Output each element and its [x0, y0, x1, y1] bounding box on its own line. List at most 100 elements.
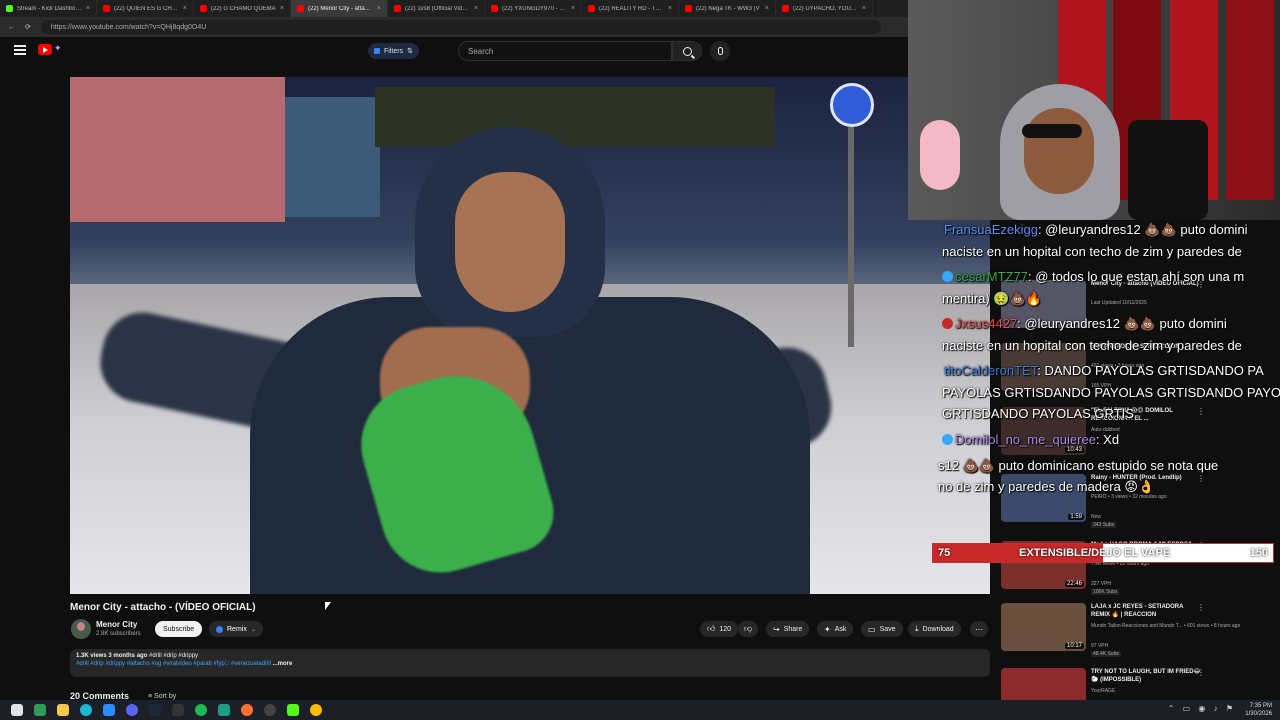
browser-tab[interactable]: Stream - Kick Dashboard ×	[0, 0, 97, 17]
youtube-logo-icon[interactable]	[38, 44, 52, 55]
chat-text: naciste en un hopital con techo de zim y…	[942, 338, 1242, 353]
tab-title: (22) REALITY RD - TRUST	[599, 5, 664, 12]
recommendation-title[interactable]: LAJA x JC REYES - SETIADORA REMIX 🔥 | RE…	[1091, 603, 1201, 619]
recommendation-thumbnail[interactable]: 10:17	[1001, 603, 1086, 651]
chat-text: naciste en un hopital con techo de zim y…	[942, 244, 1242, 259]
mouse-cursor-icon	[325, 602, 331, 610]
start-icon[interactable]	[11, 704, 23, 716]
url-field[interactable]: https://www.youtube.com/watch?v=QHj8qdg0…	[40, 20, 881, 34]
more-vertical-icon[interactable]: ⋮	[1197, 474, 1205, 483]
recommendation-vph: 97 VPH	[1091, 643, 1109, 649]
search-button[interactable]	[672, 41, 702, 61]
firefox-icon[interactable]	[241, 704, 253, 716]
ask-button[interactable]: ✦ Ask	[817, 621, 854, 637]
close-icon[interactable]: ×	[377, 5, 381, 12]
dislike-button[interactable]: 👎︎	[738, 621, 759, 637]
share-icon: ↪	[773, 624, 780, 634]
chat-message: cesarMTZ77: @ todos lo que estan ahí son…	[942, 269, 1244, 284]
sparkle-icon: ✦	[824, 624, 831, 634]
spotify-icon[interactable]	[195, 704, 207, 716]
terminal-icon[interactable]	[34, 704, 46, 716]
more-vertical-icon[interactable]: ⋮	[1197, 668, 1205, 677]
chat-message: PAYOLAS GRTISDANDO PAYOLAS GRTISDANDO PA…	[942, 385, 1280, 400]
goal-start: 75	[938, 547, 951, 559]
browser-tab[interactable]: (22) UYPACHO, YOUNG ×	[776, 0, 873, 17]
browser-tab[interactable]: (22) 1vs8 (Official Video) ×	[388, 0, 485, 17]
more-link[interactable]: ...more	[273, 661, 293, 667]
chat-username: titoCalderonTET	[944, 363, 1038, 378]
recommendation-item[interactable]: 10:17 LAJA x JC REYES - SETIADORA REMIX 🔥…	[1001, 603, 1271, 663]
hamburger-menu-icon[interactable]	[14, 45, 26, 55]
obs-icon[interactable]	[264, 704, 276, 716]
browser-tab[interactable]: (22) QUIEN ES G CHAMO ×	[97, 0, 194, 17]
chat-message: s12 💩💩 puto dominicano estupido se nota …	[938, 458, 1218, 474]
close-icon[interactable]: ×	[571, 5, 575, 12]
remix-icon	[216, 625, 223, 633]
app-icon[interactable]	[218, 704, 230, 716]
like-button[interactable]: 👍︎ 120	[700, 621, 739, 637]
chat-username: Domilol_no_me_quieree	[955, 432, 1096, 447]
close-icon[interactable]: ×	[765, 5, 769, 12]
browser-tab[interactable]: (22) Menor City - attacho ×	[291, 0, 388, 17]
recommendation-title[interactable]: TRY NOT TO LAUGH, BUT IM FRIED😂🐑 (IMPOSS…	[1091, 668, 1201, 684]
chat-username: Jxsus4427	[955, 316, 1018, 331]
tab-title: (22) 1vs8 (Official Video)	[405, 5, 470, 12]
browser-tab[interactable]: (22) YXUNGDY970 - GAR ×	[485, 0, 582, 17]
browser-tab[interactable]: (22) Nega TK - WW3 (V ×	[679, 0, 776, 17]
chat-message: naciste en un hopital con techo de zim y…	[942, 338, 1242, 353]
tab-favicon-icon	[200, 5, 207, 12]
channel-avatar[interactable]	[71, 619, 91, 639]
chat-text: GRTISDANDO PAYOLAS GRTIS	[942, 406, 1134, 421]
more-vertical-icon[interactable]: ⋮	[1197, 407, 1205, 416]
duration: 1:59	[1068, 514, 1084, 520]
thumbs-down-icon: 👎︎	[744, 624, 753, 633]
browser-tab-bar: Stream - Kick Dashboard × (22) QUIEN ES G …	[0, 0, 908, 17]
tab-favicon-icon	[394, 5, 401, 12]
edge-icon[interactable]	[80, 704, 92, 716]
download-button[interactable]: ⤓ Download	[908, 621, 961, 637]
more-actions-button[interactable]: ⋯	[970, 621, 988, 637]
close-icon[interactable]: ×	[862, 5, 866, 12]
hashtags[interactable]: #drill #drip #drippy #attacho #og #viral…	[76, 661, 271, 667]
microphone-icon	[717, 47, 723, 55]
chat-badge-icon	[942, 434, 953, 445]
kick-icon[interactable]	[287, 704, 299, 716]
save-button[interactable]: ▭ Save	[861, 621, 903, 637]
filters-button[interactable]: Filters ⇅	[368, 43, 419, 59]
share-button[interactable]: ↪ Share	[766, 621, 810, 637]
view-count: 1.3K views 3 months ago	[76, 653, 148, 659]
chat-username: cesarMTZ77	[955, 269, 1028, 284]
close-icon[interactable]: ×	[474, 5, 478, 12]
chat-badge-icon	[942, 318, 953, 329]
discord-icon[interactable]	[126, 704, 138, 716]
sort-by-button[interactable]: ≡ Sort by	[148, 693, 176, 700]
recommendation-meta: Mundo Tailon Reacciones and Mundo T... •…	[1091, 623, 1241, 629]
more-vertical-icon[interactable]: ⋮	[1197, 603, 1205, 612]
channel-name[interactable]: Menor City	[96, 620, 137, 629]
reload-icon[interactable]: ⟳	[25, 23, 31, 31]
back-icon[interactable]: ←	[8, 24, 15, 31]
close-icon[interactable]: ×	[183, 5, 187, 12]
clock[interactable]: 7:35 PM 1/30/2026	[1245, 702, 1272, 718]
close-icon[interactable]: ×	[280, 5, 284, 12]
tab-favicon-icon	[782, 5, 789, 12]
search-input[interactable]: Search	[458, 41, 672, 61]
subscribe-button[interactable]: Subscribe	[155, 621, 203, 637]
close-icon[interactable]: ×	[668, 5, 672, 12]
close-icon[interactable]: ×	[86, 5, 90, 12]
chat-message: mentira) 🤢💩🔥	[942, 291, 1042, 307]
folder-icon[interactable]	[57, 704, 69, 716]
video-player[interactable]	[70, 77, 990, 594]
capcut-icon[interactable]	[172, 704, 184, 716]
zoom-icon[interactable]	[103, 704, 115, 716]
system-tray-icons[interactable]: ⌃ ▭ ◉ ♪ ⚑	[1168, 704, 1236, 713]
voice-search-button[interactable]	[710, 41, 730, 61]
browser-tab[interactable]: (22) REALITY RD - TRUST ×	[582, 0, 679, 17]
browser-tab[interactable]: (22) G CHAMO QUEMA ×	[194, 0, 291, 17]
chrome-icon[interactable]	[310, 704, 322, 716]
steam-icon[interactable]	[149, 704, 161, 716]
extension-icon[interactable]: ✦	[54, 43, 62, 54]
tab-favicon-icon	[297, 5, 304, 12]
remix-button[interactable]: Remix ⌄	[209, 621, 263, 637]
video-description[interactable]: 1.3K views 3 months ago #drill #drip #dr…	[70, 649, 990, 677]
